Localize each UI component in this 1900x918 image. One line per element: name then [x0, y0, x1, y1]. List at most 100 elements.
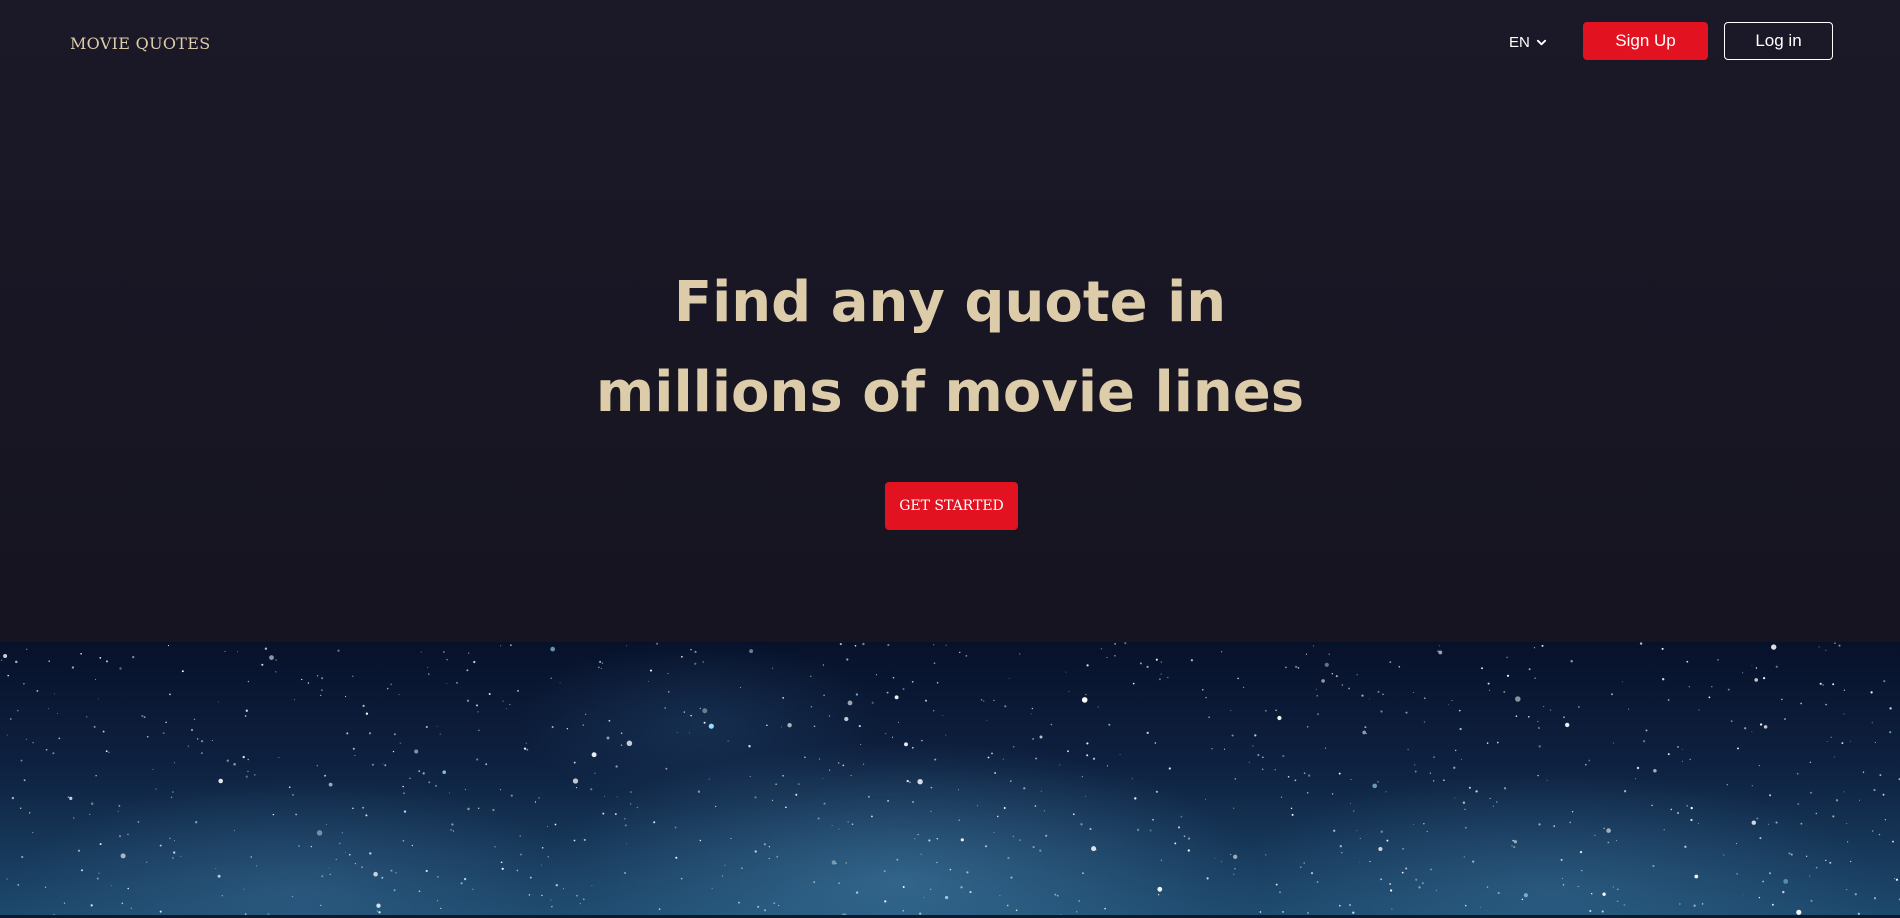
star	[575, 787, 578, 789]
star	[1751, 665, 1753, 667]
star	[797, 783, 800, 785]
star	[1155, 790, 1158, 793]
star	[1870, 691, 1873, 694]
star	[1183, 835, 1186, 838]
star	[604, 795, 606, 797]
star	[517, 689, 519, 692]
star	[1214, 857, 1216, 859]
star	[855, 693, 859, 696]
star	[1645, 729, 1648, 732]
star	[541, 894, 543, 897]
star	[525, 742, 527, 744]
star	[195, 821, 198, 824]
star	[1468, 786, 1471, 789]
star	[32, 831, 34, 834]
star	[667, 672, 669, 675]
star	[1894, 877, 1896, 880]
star	[298, 845, 300, 847]
star	[1879, 774, 1882, 777]
star	[554, 823, 557, 826]
star	[699, 839, 702, 842]
star	[292, 794, 294, 796]
star	[1515, 696, 1521, 702]
sign-up-button[interactable]: Sign Up	[1583, 22, 1708, 60]
star	[466, 669, 469, 672]
star	[1727, 688, 1730, 691]
star	[945, 644, 947, 646]
star	[1538, 823, 1541, 826]
star	[697, 790, 701, 793]
star	[1652, 864, 1655, 868]
star	[1282, 910, 1284, 913]
star	[1767, 823, 1770, 826]
star	[1389, 661, 1392, 664]
star	[500, 861, 503, 864]
star	[446, 659, 448, 661]
star	[275, 671, 277, 673]
star	[1570, 659, 1573, 663]
star	[17, 709, 19, 712]
star	[851, 823, 854, 826]
star	[117, 810, 119, 812]
star	[1265, 710, 1267, 712]
star	[1160, 859, 1163, 861]
star	[917, 779, 923, 785]
star	[1338, 904, 1341, 907]
star	[1443, 779, 1445, 782]
star	[1782, 890, 1785, 894]
star	[1348, 687, 1350, 690]
star	[1231, 734, 1234, 737]
star	[106, 660, 108, 663]
star	[23, 779, 26, 782]
star	[73, 817, 75, 819]
site-logo[interactable]: MOVIE QUOTES	[70, 34, 211, 53]
star	[505, 708, 507, 710]
star	[1571, 811, 1574, 813]
star	[3, 654, 8, 658]
star	[1771, 644, 1777, 650]
star	[1054, 893, 1057, 896]
log-in-button[interactable]: Log in	[1724, 22, 1833, 60]
star	[45, 748, 48, 751]
star	[261, 663, 264, 666]
star	[1068, 691, 1070, 693]
star	[516, 869, 519, 872]
star	[1362, 730, 1367, 735]
star	[1356, 674, 1358, 676]
star	[1581, 870, 1583, 872]
star	[658, 908, 661, 910]
star	[1497, 891, 1500, 895]
star	[912, 800, 914, 803]
star	[1233, 873, 1235, 875]
star	[1667, 699, 1670, 701]
star	[137, 820, 140, 823]
star	[757, 905, 760, 908]
star	[386, 687, 389, 690]
get-started-button[interactable]: GET STARTED	[885, 482, 1018, 530]
star	[559, 682, 561, 684]
star	[1475, 790, 1478, 793]
star	[1279, 891, 1281, 894]
star	[1809, 761, 1812, 764]
star	[766, 724, 768, 727]
star	[1677, 745, 1679, 748]
star	[1312, 645, 1315, 647]
star	[702, 661, 704, 663]
star	[316, 675, 319, 677]
star	[335, 858, 337, 861]
star	[510, 644, 512, 646]
language-label: EN	[1509, 34, 1530, 51]
star	[233, 762, 236, 766]
language-selector[interactable]: EN	[1509, 34, 1547, 51]
star	[1018, 653, 1021, 655]
star	[1380, 878, 1383, 881]
star	[683, 711, 685, 713]
star	[1155, 658, 1158, 661]
star	[1711, 686, 1713, 688]
star	[1035, 757, 1037, 760]
star	[275, 659, 277, 661]
star	[860, 744, 862, 745]
star	[48, 660, 50, 662]
star	[933, 644, 935, 646]
star	[1603, 827, 1605, 829]
